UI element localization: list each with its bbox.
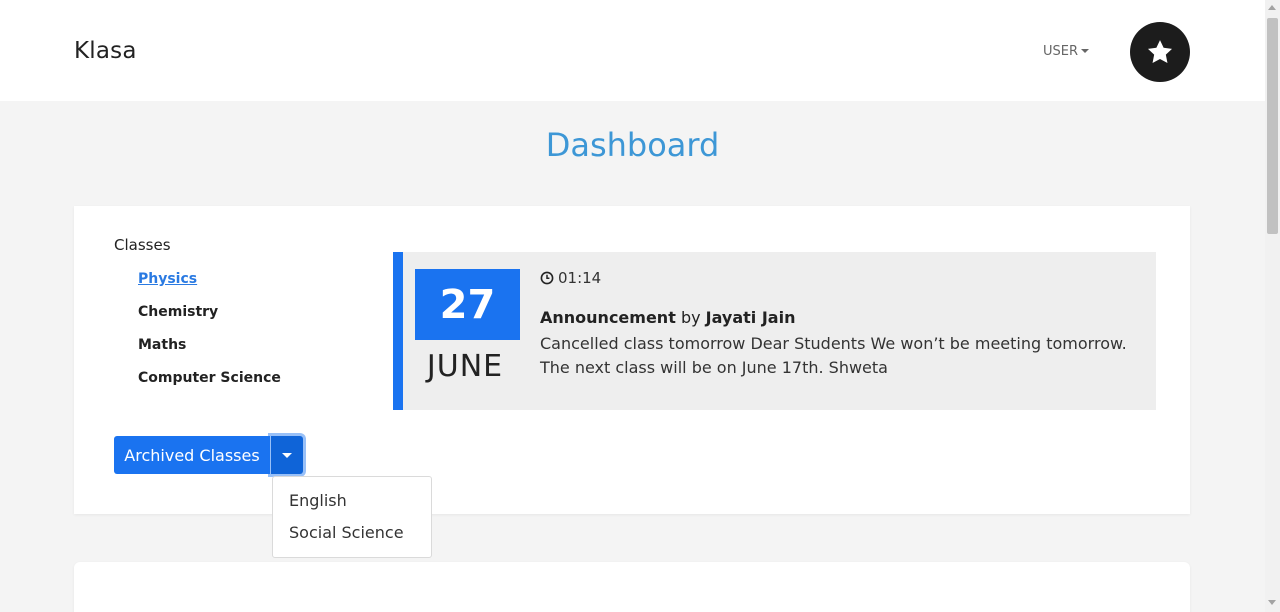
announcement-body: Cancelled class tomorrow Dear Students W… xyxy=(540,334,1127,377)
caret-down-icon xyxy=(282,452,292,458)
class-link-computer-science[interactable]: Computer Science xyxy=(138,370,281,386)
avatar[interactable] xyxy=(1130,22,1190,82)
archived-classes-menu: English Social Science xyxy=(272,476,432,558)
secondary-card xyxy=(74,562,1190,612)
announcement-day: 27 xyxy=(415,269,520,340)
scrollbar-thumb[interactable] xyxy=(1267,18,1278,234)
caret-down-icon xyxy=(1081,49,1090,53)
scroll-down-icon[interactable] xyxy=(1268,600,1276,605)
archived-classes-button-group: Archived Classes xyxy=(114,436,303,474)
classes-heading: Classes xyxy=(114,236,171,254)
announcement-month: JUNE xyxy=(426,349,504,384)
scroll-up-icon[interactable] xyxy=(1268,5,1276,10)
clock-icon xyxy=(540,271,554,285)
announcement-type: Announcement xyxy=(540,308,676,327)
announcement-time-text: 01:14 xyxy=(558,269,602,287)
archived-classes-button[interactable]: Archived Classes xyxy=(114,436,270,474)
class-link-chemistry[interactable]: Chemistry xyxy=(138,304,218,320)
user-menu-label: USER xyxy=(1043,44,1079,59)
archived-classes-dropdown-toggle[interactable] xyxy=(271,436,303,474)
archived-class-english[interactable]: English xyxy=(289,491,347,510)
class-link-maths[interactable]: Maths xyxy=(138,337,186,353)
announcement-time: 01:14 xyxy=(540,269,601,287)
star-icon xyxy=(1147,40,1173,63)
page-title: Dashboard xyxy=(545,126,720,164)
brand-logo[interactable]: Klasa xyxy=(74,38,137,64)
announcement-title: Announcement by Jayati Jain xyxy=(540,308,795,327)
announcement-by: by xyxy=(680,308,701,327)
announcement-author: Jayati Jain xyxy=(705,308,796,327)
class-link-physics[interactable]: Physics xyxy=(138,271,197,287)
top-navbar: Klasa USER xyxy=(0,0,1265,101)
vertical-scrollbar[interactable] xyxy=(1265,0,1280,612)
archived-class-social-science[interactable]: Social Science xyxy=(289,523,404,542)
user-menu-dropdown[interactable]: USER xyxy=(1043,44,1090,59)
